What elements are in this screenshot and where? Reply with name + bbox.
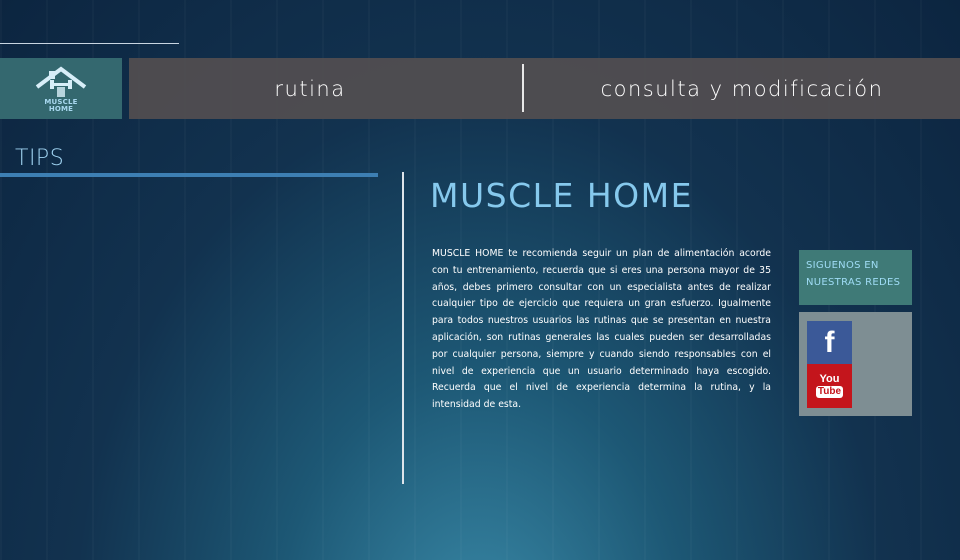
top-divider-line [0, 43, 179, 44]
youtube-icon-you: You [819, 373, 840, 385]
nav-consulta-modificacion[interactable]: consulta y modificación [524, 58, 960, 119]
social-header-line1: SIGUENOS EN [806, 260, 879, 271]
house-dumbbell-icon [35, 66, 87, 97]
facebook-icon: f [824, 325, 835, 359]
social-links: f You Tube [799, 312, 912, 416]
youtube-icon-tube: Tube [815, 386, 844, 398]
top-nav: rutina consulta y modificación [129, 58, 960, 119]
social-header: SIGUENOS EN NUESTRAS REDES [799, 250, 912, 305]
page-title: MUSCLE HOME [430, 176, 693, 215]
tips-underline [0, 173, 378, 177]
social-header-line2: NUESTRAS REDES [806, 277, 901, 288]
tips-title: TIPS [15, 146, 65, 171]
logo[interactable]: MUSCLE HOME [0, 58, 122, 119]
youtube-button[interactable]: You Tube [807, 364, 852, 408]
youtube-icon: You Tube [815, 373, 844, 398]
facebook-button[interactable]: f [807, 321, 852, 364]
nav-rutina[interactable]: rutina [129, 58, 491, 119]
intro-paragraph: MUSCLE HOME te recomienda seguir un plan… [432, 248, 771, 411]
logo-text-home: HOME [48, 104, 74, 113]
content-divider [402, 172, 404, 484]
